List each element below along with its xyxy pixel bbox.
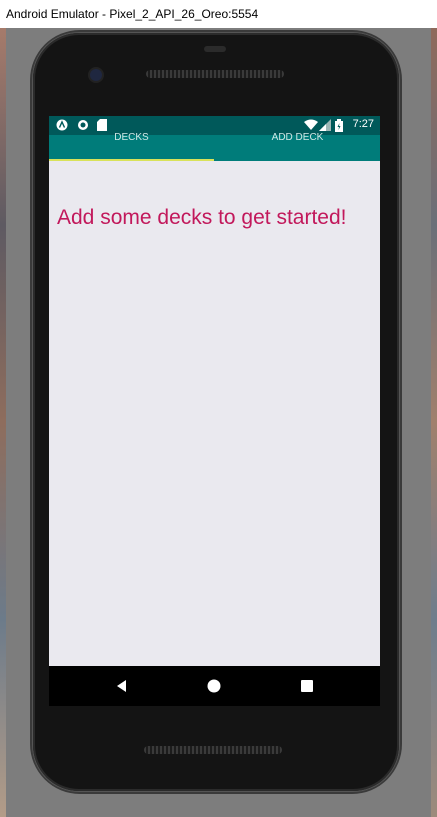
front-camera-icon: [90, 69, 102, 81]
empty-state-message: Add some decks to get started!: [57, 206, 347, 229]
back-icon[interactable]: [114, 678, 130, 694]
android-notification-icon: [56, 119, 68, 131]
bottom-speaker: [144, 746, 282, 754]
home-icon[interactable]: [206, 678, 222, 694]
tab-decks[interactable]: DECKS: [49, 132, 214, 161]
navigation-bar: [49, 666, 380, 706]
status-time: 7:27: [352, 118, 374, 130]
tab-indicator: [49, 159, 214, 161]
signal-icon: [319, 119, 331, 131]
desktop-background-right: [431, 28, 437, 817]
tab-bar: DECKS ADD DECK: [49, 132, 380, 161]
circle-notification-icon: [77, 119, 89, 131]
tab-add-deck-label: ADD DECK: [271, 132, 324, 143]
recents-icon[interactable]: [299, 678, 315, 694]
emulator-window: Android Emulator - Pixel_2_API_26_Oreo:5…: [0, 0, 437, 817]
tab-decks-label: DECKS: [114, 132, 149, 143]
tab-add-deck[interactable]: ADD DECK: [215, 132, 380, 161]
status-bar: 7:27: [49, 116, 380, 135]
top-speaker: [146, 70, 284, 78]
device-screen: 7:27 DECKS ADD DECK Add some decks to ge…: [49, 116, 380, 666]
battery-icon: [335, 119, 343, 132]
desktop-background-left: [0, 28, 6, 817]
window-title: Android Emulator - Pixel_2_API_26_Oreo:5…: [0, 0, 437, 28]
wifi-icon: [304, 119, 318, 131]
top-sensor: [204, 46, 226, 52]
sd-card-icon: [96, 119, 108, 131]
